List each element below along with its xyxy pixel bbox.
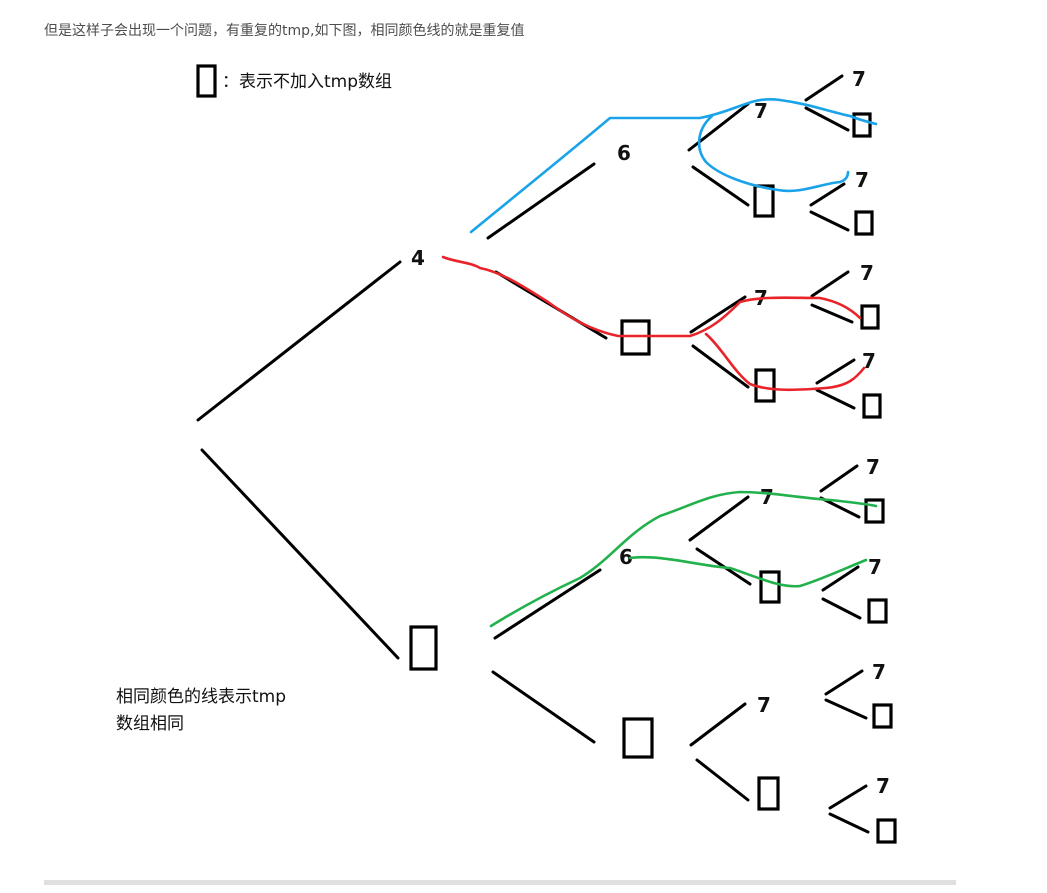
edge-boxroot-box: [491, 670, 596, 744]
edge-boxmid-7: [689, 295, 747, 334]
edge-boxb-7: [815, 358, 856, 385]
edge-7d-7: [824, 669, 864, 696]
edge-root-lower: [200, 448, 400, 660]
recursion-tree-diagram: ：表示不加入tmp数组 4 6 7 7 7 7 7 7 6 7 7 7 7 7 …: [116, 64, 897, 844]
leaf-7-1: 7: [852, 67, 866, 91]
node-box-a: [753, 184, 775, 218]
node-box-c: [759, 570, 781, 604]
node-box-d: [757, 776, 780, 811]
node-7-c: 7: [760, 485, 774, 509]
section-divider: [44, 880, 956, 885]
note-line-1: 相同颜色的线表示tmp: [116, 687, 286, 707]
edge-boxc-box: [821, 597, 862, 620]
node-7-a: 7: [754, 99, 768, 123]
duplicate-path-red-1: [441, 255, 862, 338]
edge-boxd-box: [828, 812, 870, 834]
edge-boxb-box: [815, 388, 856, 410]
edge-7b-7: [810, 270, 850, 298]
leaf-box-6: [867, 598, 888, 624]
leaf-box-5: [864, 498, 885, 524]
edge-root-upper: [196, 260, 402, 422]
leaf-box-8: [876, 818, 897, 844]
edge-7c-7: [819, 464, 859, 493]
leaf-box-7: [872, 703, 893, 729]
edge-boxa-box: [809, 210, 850, 232]
duplicate-path-red-2: [704, 332, 866, 392]
node-6-upper: 6: [617, 141, 631, 165]
leaf-7-8: 7: [876, 774, 890, 798]
leaf-7-3: 7: [860, 261, 874, 285]
duplicate-path-blue-1: [469, 98, 878, 234]
node-4: 4: [411, 246, 425, 270]
node-box-lower-mid: [622, 717, 654, 759]
edge-7a-7: [804, 74, 844, 102]
leaf-7-7: 7: [872, 660, 886, 684]
duplicate-path-blue-2: [697, 114, 850, 193]
leaf-box-3: [860, 304, 880, 330]
leaf-7-5: 7: [866, 455, 880, 479]
node-7-d: 7: [757, 693, 771, 717]
node-box-upper-mid: [620, 319, 651, 356]
edge-boxroot-6: [493, 568, 602, 640]
note-line-2: 数组相同: [116, 714, 184, 734]
edge-boxmid-box: [691, 344, 750, 389]
leaf-7-6: 7: [868, 555, 882, 579]
edge-boxlm-box: [695, 758, 750, 802]
leaf-box-4: [862, 393, 882, 419]
legend-empty-box-icon: [196, 64, 217, 98]
edge-7d-box: [824, 698, 868, 720]
leaf-7-2: 7: [855, 168, 869, 192]
edge-boxd-7: [828, 784, 868, 810]
edge-boxlm-7: [689, 702, 747, 747]
node-box-root-lower: [409, 625, 438, 671]
edge-6l-7: [688, 495, 750, 542]
legend-text: ：表示不加入tmp数组: [222, 72, 392, 92]
leaf-box-2: [854, 210, 874, 236]
duplicate-path-green-1: [489, 490, 878, 628]
